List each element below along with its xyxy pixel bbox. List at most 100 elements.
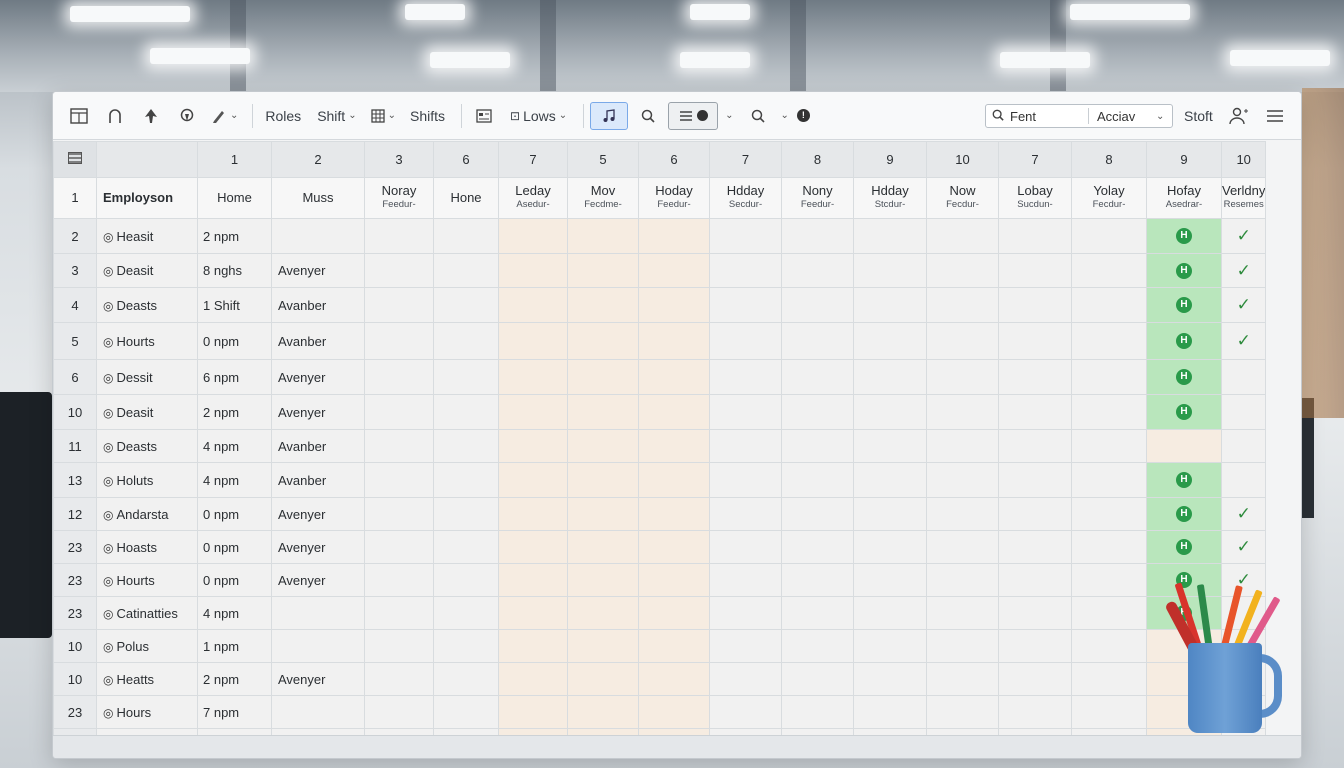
schedule-cell[interactable] <box>998 253 1072 288</box>
column-number[interactable]: 7 <box>709 141 782 178</box>
check-cell[interactable]: ✓ <box>1220 530 1267 564</box>
search-icon[interactable] <box>632 103 664 129</box>
column-header[interactable]: Employson <box>96 177 198 219</box>
status-cell[interactable]: H <box>1146 530 1222 564</box>
schedule-cell[interactable] <box>498 429 568 463</box>
schedule-cell[interactable] <box>638 394 710 430</box>
employee-name-cell[interactable]: ◎ Holuts <box>96 462 198 498</box>
search-input[interactable]: Fent <box>1010 109 1088 124</box>
schedule-cell[interactable] <box>364 497 434 531</box>
employee-name-cell[interactable]: ◎ Andarsta <box>96 497 198 531</box>
column-number-blank[interactable] <box>96 141 198 178</box>
row-number[interactable]: 5 <box>53 322 97 360</box>
home-cell[interactable]: 4 npm <box>197 596 272 630</box>
row-number[interactable]: 4 <box>53 287 97 323</box>
schedule-cell[interactable] <box>926 563 999 597</box>
horizontal-scrollbar[interactable] <box>53 735 1301 758</box>
schedule-cell[interactable] <box>638 497 710 531</box>
check-cell[interactable]: ✓ <box>1220 497 1267 531</box>
schedule-cell[interactable] <box>709 563 782 597</box>
column-number[interactable]: 9 <box>853 141 927 178</box>
column-number[interactable]: 7 <box>998 141 1072 178</box>
check-cell[interactable] <box>1220 429 1267 463</box>
schedule-cell[interactable] <box>926 596 999 630</box>
schedule-cell[interactable] <box>709 218 782 254</box>
row-number[interactable]: 23 <box>53 695 97 729</box>
schedule-cell[interactable] <box>998 563 1072 597</box>
schedule-cell[interactable] <box>781 596 854 630</box>
home-cell[interactable]: 2 npm <box>197 662 272 696</box>
table-row[interactable]: 10 ◎ Deasit 2 npm Avenyer H <box>53 394 1267 430</box>
schedule-cell[interactable] <box>638 462 710 498</box>
status-cell[interactable]: H <box>1146 218 1222 254</box>
lows-dropdown[interactable]: ⊡ Lows ⌄ <box>504 103 573 129</box>
schedule-cell[interactable] <box>926 359 999 395</box>
table-row[interactable]: 5 ◎ Hourts 0 npm Avanber H ✓ <box>53 322 1267 360</box>
schedule-cell[interactable] <box>926 530 999 564</box>
shifts-button[interactable]: Shifts <box>404 103 451 129</box>
schedule-cell[interactable] <box>498 218 568 254</box>
schedule-cell[interactable] <box>709 596 782 630</box>
schedule-cell[interactable] <box>498 530 568 564</box>
column-header[interactable]: Leday Asedur- <box>498 177 568 219</box>
muss-cell[interactable]: Avanber <box>271 287 365 323</box>
schedule-cell[interactable] <box>709 322 782 360</box>
schedule-cell[interactable] <box>926 253 999 288</box>
schedule-cell[interactable] <box>433 218 499 254</box>
employee-name-cell[interactable]: ◎ Hours <box>96 695 198 729</box>
schedule-cell[interactable] <box>781 497 854 531</box>
employee-name-cell[interactable]: ◎ Hourts <box>96 322 198 360</box>
employee-name-cell[interactable]: ◎ Heasit <box>96 218 198 254</box>
schedule-cell[interactable] <box>498 394 568 430</box>
status-cell[interactable]: H <box>1146 287 1222 323</box>
schedule-cell[interactable] <box>433 429 499 463</box>
column-header[interactable]: Yolay Fecdur- <box>1071 177 1147 219</box>
info-icon[interactable]: ! <box>796 109 810 122</box>
schedule-cell[interactable] <box>638 563 710 597</box>
schedule-cell[interactable] <box>1071 695 1147 729</box>
check-cell[interactable]: ✓ <box>1220 253 1267 288</box>
column-number[interactable]: 1 <box>197 141 272 178</box>
row-number[interactable]: 23 <box>53 563 97 597</box>
employee-name-cell[interactable]: ◎ Deasit <box>96 394 198 430</box>
schedule-cell[interactable] <box>567 662 639 696</box>
schedule-cell[interactable] <box>638 596 710 630</box>
schedule-cell[interactable] <box>433 530 499 564</box>
schedule-cell[interactable] <box>567 359 639 395</box>
schedule-cell[interactable] <box>853 629 927 663</box>
pen-icon[interactable]: ⌄ <box>207 103 242 129</box>
schedule-cell[interactable] <box>567 497 639 531</box>
schedule-cell[interactable] <box>1071 497 1147 531</box>
table-row[interactable]: 23 ◎ Hours 7 npm <box>53 695 1267 729</box>
schedule-cell[interactable] <box>853 497 927 531</box>
row-number[interactable]: 10 <box>53 662 97 696</box>
schedule-cell[interactable] <box>853 530 927 564</box>
row-number[interactable]: 23 <box>53 530 97 564</box>
status-cell[interactable]: H <box>1146 253 1222 288</box>
home-cell[interactable]: 2 npm <box>197 218 272 254</box>
schedule-cell[interactable] <box>567 629 639 663</box>
schedule-cell[interactable] <box>433 596 499 630</box>
schedule-cell[interactable] <box>1071 530 1147 564</box>
muss-cell[interactable]: Avanber <box>271 322 365 360</box>
schedule-cell[interactable] <box>853 563 927 597</box>
schedule-cell[interactable] <box>998 462 1072 498</box>
schedule-cell[interactable] <box>638 322 710 360</box>
muss-cell[interactable] <box>271 596 365 630</box>
schedule-cell[interactable] <box>998 662 1072 696</box>
schedule-cell[interactable] <box>498 629 568 663</box>
row-number[interactable]: 2 <box>53 218 97 254</box>
status-cell[interactable]: H <box>1146 394 1222 430</box>
schedule-cell[interactable] <box>567 596 639 630</box>
employee-name-cell[interactable]: ◎ Deasts <box>96 287 198 323</box>
schedule-cell[interactable] <box>781 253 854 288</box>
schedule-cell[interactable] <box>433 394 499 430</box>
schedule-cell[interactable] <box>498 462 568 498</box>
schedule-cell[interactable] <box>364 629 434 663</box>
home-cell[interactable]: 7 npm <box>197 695 272 729</box>
column-header[interactable]: Mov Fecdme- <box>567 177 639 219</box>
search-icon[interactable] <box>742 103 774 129</box>
muss-cell[interactable]: Avenyer <box>271 662 365 696</box>
shift-dropdown[interactable]: Shift ⌄ <box>311 103 362 129</box>
employee-name-cell[interactable]: ◎ Deasts <box>96 429 198 463</box>
